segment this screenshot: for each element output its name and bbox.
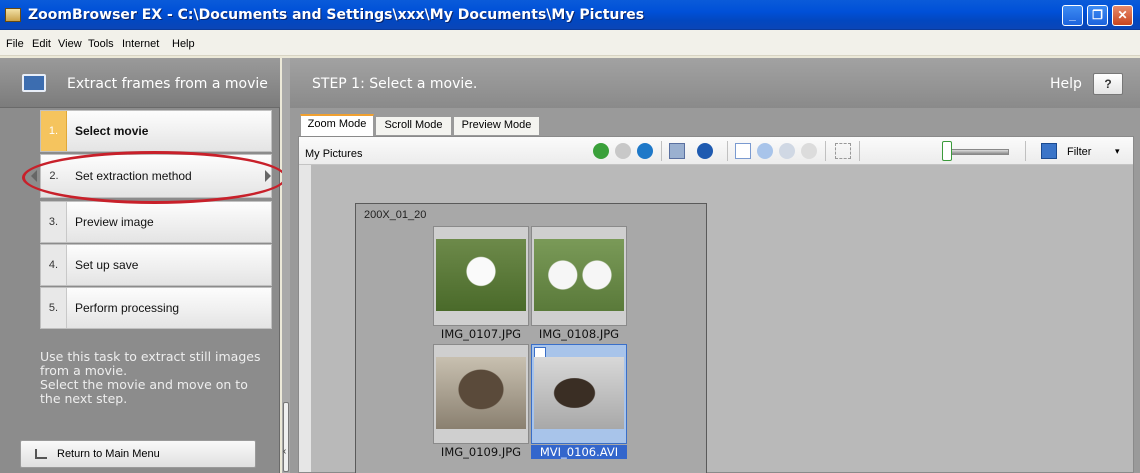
task-panel: Extract frames from a movie 1. Select mo… xyxy=(0,58,287,473)
menu-tools[interactable]: Tools xyxy=(88,38,114,50)
menu-help[interactable]: Help xyxy=(172,38,195,50)
step-number: 2. xyxy=(49,170,59,182)
thumbnail-area: 200X_01_20 IMG_0107.JPG IMG_0108.JPG IMG… xyxy=(311,165,1133,473)
current-folder: My Pictures xyxy=(305,148,363,160)
restore-button[interactable]: ❐ xyxy=(1087,5,1108,26)
step-number: 5. xyxy=(41,288,67,328)
collapse-arrow-icon[interactable]: ‹ xyxy=(283,446,286,457)
right-arrow-icon xyxy=(265,170,271,182)
menu-edit[interactable]: Edit xyxy=(32,38,51,50)
task-header: Extract frames from a movie xyxy=(0,58,280,108)
info-icon[interactable] xyxy=(697,143,713,159)
thumbnail-frame xyxy=(531,226,627,326)
thumbnail-name: IMG_0107.JPG xyxy=(440,327,522,341)
left-arrow-icon xyxy=(31,170,37,182)
browser-area: My Pictures Filter ▾ 200X_01_20 IMG_0107… xyxy=(298,136,1134,473)
separator xyxy=(859,141,860,161)
date-group: 200X_01_20 IMG_0107.JPG IMG_0108.JPG IMG… xyxy=(355,203,707,473)
main-panel: STEP 1: Select a movie. Help ? Zoom Mode… xyxy=(290,58,1140,473)
close-button[interactable]: ✕ xyxy=(1112,5,1133,26)
minimize-button[interactable]: _ xyxy=(1062,5,1083,26)
step-label: Select movie xyxy=(75,124,149,138)
task-description: Use this task to extract still images fr… xyxy=(40,349,261,406)
return-arrow-icon xyxy=(35,449,47,459)
ferret-movie-frame xyxy=(534,357,624,429)
filter-icon[interactable] xyxy=(1041,143,1057,159)
menu-file[interactable]: File xyxy=(6,38,24,50)
step-perform-processing[interactable]: 5. Perform processing xyxy=(40,287,272,329)
window-title: ZoomBrowser EX - C:\Documents and Settin… xyxy=(28,7,645,23)
thumbnail-img-0109[interactable]: IMG_0109.JPG xyxy=(433,344,529,459)
menu-view[interactable]: View xyxy=(58,38,82,50)
ferret-photo xyxy=(436,357,526,429)
task-title: Extract frames from a movie xyxy=(67,76,268,92)
step-preview-image[interactable]: 3. Preview image xyxy=(40,201,272,243)
tab-preview-mode[interactable]: Preview Mode xyxy=(453,116,540,135)
splitter-handle[interactable] xyxy=(283,402,289,472)
return-to-main-menu-button[interactable]: Return to Main Menu xyxy=(20,440,256,468)
film-frames-icon xyxy=(22,74,46,92)
thumbnail-img-0107[interactable]: IMG_0107.JPG xyxy=(433,226,529,341)
step-number: 4. xyxy=(41,245,67,285)
separator xyxy=(825,141,826,161)
thumbnail-frame xyxy=(531,344,627,444)
forward-icon[interactable] xyxy=(615,143,631,159)
step-header: STEP 1: Select a movie. Help ? xyxy=(290,58,1140,108)
dog-photo xyxy=(436,239,526,311)
up-icon[interactable] xyxy=(637,143,653,159)
zoom-in-icon[interactable] xyxy=(757,143,773,159)
step-set-up-save[interactable]: 4. Set up save xyxy=(40,244,272,286)
step-set-extraction-method[interactable]: 2. Set extraction method xyxy=(31,154,272,198)
dogs-photo xyxy=(534,239,624,311)
panel-splitter[interactable]: ‹ xyxy=(282,58,290,473)
filter-label[interactable]: Filter xyxy=(1067,146,1091,158)
thumbnail-img-0108[interactable]: IMG_0108.JPG xyxy=(531,226,627,341)
step-label: Set extraction method xyxy=(75,169,192,183)
title-bar: ZoomBrowser EX - C:\Documents and Settin… xyxy=(0,0,1140,30)
separator xyxy=(1025,141,1026,161)
return-label: Return to Main Menu xyxy=(57,448,160,460)
menu-bar: File Edit View Tools Internet Help xyxy=(0,30,1140,56)
thumbnail-name: MVI_0106.AVI xyxy=(531,445,627,459)
separator xyxy=(661,141,662,161)
app-icon xyxy=(5,8,21,22)
help-label: Help xyxy=(1050,76,1082,92)
tab-scroll-mode[interactable]: Scroll Mode xyxy=(375,116,452,135)
thumbnail-mvi-0106[interactable]: MVI_0106.AVI xyxy=(531,344,627,459)
thumbnail-name: IMG_0109.JPG xyxy=(440,445,522,459)
step-select-movie[interactable]: 1. Select movie xyxy=(40,110,272,152)
tab-zoom-mode[interactable]: Zoom Mode xyxy=(300,114,374,136)
fit-icon[interactable] xyxy=(835,143,851,159)
zoom-slider[interactable] xyxy=(949,149,1009,155)
browser-toolbar: My Pictures Filter ▾ xyxy=(299,137,1133,165)
pointer-icon[interactable] xyxy=(735,143,751,159)
zoom-out-icon[interactable] xyxy=(779,143,795,159)
thumbnail-frame xyxy=(433,226,529,326)
thumbnail-frame xyxy=(433,344,529,444)
step-number: 3. xyxy=(41,202,67,242)
thumbnail-name: IMG_0108.JPG xyxy=(538,327,620,341)
step-title: STEP 1: Select a movie. xyxy=(312,76,478,92)
date-group-label: 200X_01_20 xyxy=(364,209,427,221)
step-label: Perform processing xyxy=(75,301,180,315)
back-icon[interactable] xyxy=(593,143,609,159)
step-label: Preview image xyxy=(75,215,154,229)
zoom-slider-thumb[interactable] xyxy=(942,141,952,161)
step-number: 1. xyxy=(41,111,67,151)
view-icon[interactable] xyxy=(669,143,685,159)
hand-icon[interactable] xyxy=(801,143,817,159)
filter-dropdown-icon[interactable]: ▾ xyxy=(1115,146,1120,157)
separator xyxy=(727,141,728,161)
step-label: Set up save xyxy=(75,258,139,272)
help-button[interactable]: ? xyxy=(1093,73,1123,95)
menu-internet[interactable]: Internet xyxy=(122,38,159,50)
